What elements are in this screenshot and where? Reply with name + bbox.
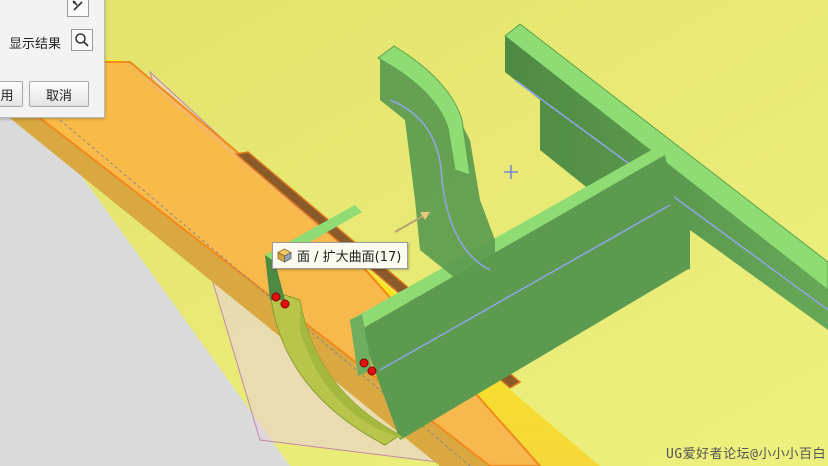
selection-point — [271, 292, 281, 302]
show-result-button[interactable] — [71, 29, 93, 51]
show-result-label: 显示结果 — [9, 37, 62, 52]
dialog-panel: 显示结果 用 取消 — [0, 0, 105, 118]
apply-button[interactable]: 用 — [0, 81, 23, 107]
graphics-viewport[interactable] — [0, 0, 828, 466]
arrow-up-left-icon[interactable] — [67, 0, 89, 17]
face-cube-icon — [277, 248, 292, 263]
selection-tooltip: 面 / 扩大曲面(17) — [272, 242, 409, 269]
selection-point — [359, 358, 369, 368]
tooltip-text: 面 / 扩大曲面(17) — [297, 250, 402, 265]
cancel-button[interactable]: 取消 — [29, 81, 89, 107]
selection-point — [280, 299, 290, 309]
selection-point — [367, 366, 377, 376]
search-icon — [75, 33, 89, 47]
watermark: UG爱好者论坛@小小小百白 — [666, 447, 826, 462]
